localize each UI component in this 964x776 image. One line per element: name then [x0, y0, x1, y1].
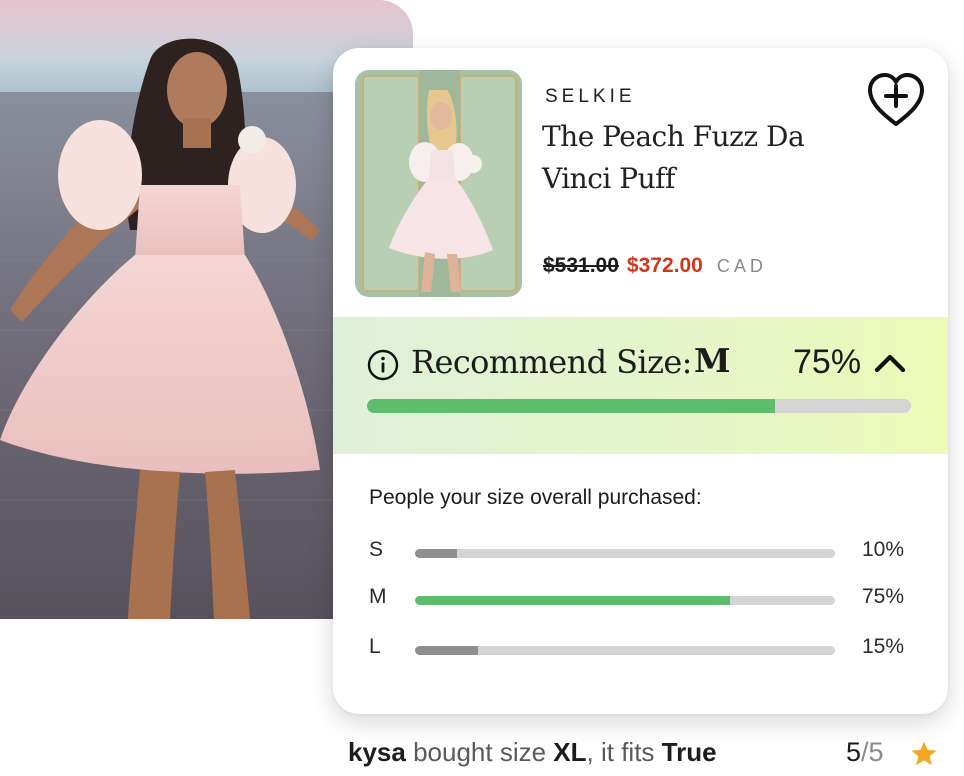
original-price: $531.00: [543, 254, 619, 277]
recommend-size-label: Recommend Size:: [411, 343, 692, 381]
distribution-title: People your size overall purchased:: [369, 486, 702, 509]
score-slash: /: [861, 737, 869, 767]
brand-name: SELKIE: [545, 86, 636, 107]
size-percent: 10%: [862, 538, 905, 561]
distribution-row-l: L 15%: [333, 635, 948, 665]
heart-plus-icon: [868, 73, 924, 126]
wishlist-button[interactable]: [865, 70, 927, 130]
reviewer-name[interactable]: kysa: [348, 737, 406, 767]
score-value: 5: [846, 737, 862, 767]
info-icon[interactable]: [367, 349, 399, 381]
distribution-row-s: S 10%: [333, 538, 948, 568]
distribution-bar-fill: [415, 549, 457, 558]
chevron-up-icon[interactable]: [871, 344, 909, 382]
distribution-bar: [415, 596, 835, 605]
recommended-size: M: [694, 341, 731, 380]
distribution-bar: [415, 646, 835, 655]
size-percent: 15%: [862, 635, 905, 658]
price-row: $531.00 $372.00 CAD: [543, 254, 767, 278]
size-label: S: [369, 538, 384, 561]
star-icon: [911, 741, 937, 766]
size-recommendation[interactable]: Recommend Size: M 75%: [333, 317, 948, 454]
score-max: 5: [868, 737, 884, 767]
product-card: SELKIE The Peach Fuzz Da Vinci Puff $531…: [333, 48, 948, 714]
size-label: L: [369, 635, 381, 658]
product-thumbnail[interactable]: [355, 70, 522, 297]
recommendation-progress-fill: [367, 399, 775, 413]
product-title[interactable]: The Peach Fuzz Da Vinci Puff: [542, 116, 822, 200]
review-score: 5/5: [846, 737, 884, 768]
recommendation-percent: 75%: [793, 343, 862, 381]
distribution-bar-fill: [415, 646, 478, 655]
size-label: M: [369, 585, 387, 608]
review-text-bought: bought size: [413, 737, 547, 767]
recommendation-progress-bar: [367, 399, 911, 413]
size-percent: 75%: [862, 585, 905, 608]
review-fit: True: [661, 737, 717, 767]
distribution-bar: [415, 549, 835, 558]
distribution-row-m: M 75%: [333, 585, 948, 615]
distribution-bar-fill: [415, 596, 730, 605]
review-size: XL: [553, 737, 587, 767]
review-text-fits: , it fits: [586, 737, 655, 767]
sale-price: $372.00: [626, 254, 703, 277]
currency-label: CAD: [716, 256, 767, 276]
review-snippet: kysa bought size XL, it fits True 5/5: [348, 737, 948, 773]
